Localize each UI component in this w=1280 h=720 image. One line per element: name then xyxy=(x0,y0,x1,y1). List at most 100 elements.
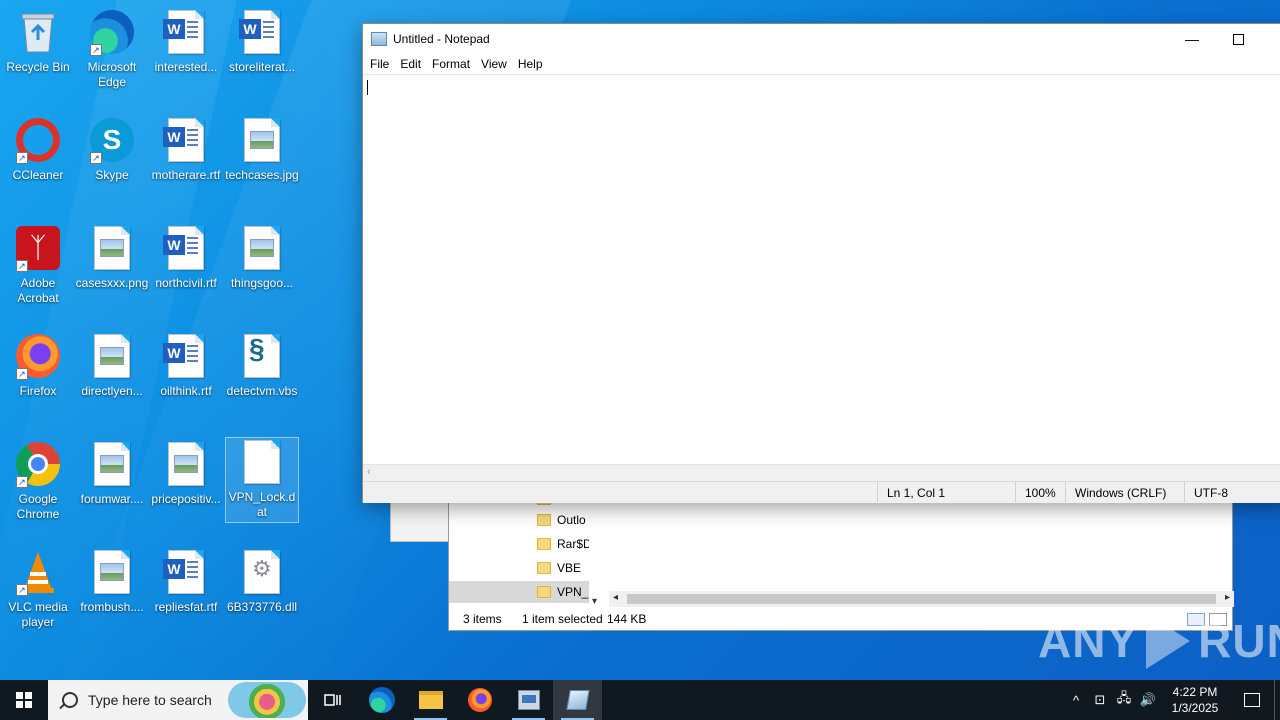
taskbar-file-explorer-button[interactable] xyxy=(406,680,455,720)
status-item-count: 3 items xyxy=(463,612,502,626)
desktop-icon-forumwar[interactable]: forumwar.... xyxy=(74,440,150,507)
desktop-icon-6b373776-dll[interactable]: ⚙ 6B373776.dll xyxy=(224,548,300,615)
maximize-button[interactable] xyxy=(1215,24,1261,54)
word-document-icon: W xyxy=(162,332,210,380)
shortcut-arrow-icon: ↗ xyxy=(90,152,102,164)
desktop-icon-vpn-lock[interactable]: VPN_Lock.dat xyxy=(225,437,299,523)
image-file-icon xyxy=(162,440,210,488)
task-view-button[interactable] xyxy=(308,680,357,720)
icon-label: pricepositiv... xyxy=(151,492,221,506)
tree-item-vpn[interactable]: VPN_ xyxy=(449,581,605,603)
desktop-icon-firefox[interactable]: ↗ Firefox xyxy=(0,332,76,399)
word-document-icon: W xyxy=(162,116,210,164)
desktop-icon-google-chrome[interactable]: ↗ Google Chrome xyxy=(0,440,76,522)
shortcut-arrow-icon: ↗ xyxy=(16,476,28,488)
action-center-button[interactable] xyxy=(1230,680,1274,720)
status-zoom: 100% xyxy=(1015,482,1067,504)
tree-scrollbar[interactable]: ▾ xyxy=(589,503,605,607)
horizontal-scrollbar[interactable]: ‹ xyxy=(363,464,1280,481)
menu-view[interactable]: View xyxy=(478,57,515,71)
taskbar-edge-button[interactable] xyxy=(357,680,406,720)
desktop-icon-detectvm[interactable]: § detectvm.vbs xyxy=(224,332,300,399)
menu-format[interactable]: Format xyxy=(429,57,478,71)
scrollbar-thumb[interactable] xyxy=(627,594,1216,604)
desktop-icon-techcases[interactable]: techcases.jpg xyxy=(224,116,300,183)
desktop-icon-adobe-acrobat[interactable]: ᛉ ↗ Adobe Acrobat xyxy=(0,224,76,306)
folder-icon xyxy=(537,586,551,598)
desktop-icon-storeliterat[interactable]: W storeliterat... xyxy=(224,8,300,75)
image-file-icon xyxy=(238,224,286,272)
desktop-icon-interested[interactable]: W interested... xyxy=(148,8,224,75)
ccleaner-icon: ↗ xyxy=(14,116,62,164)
meet-now-icon[interactable]: ⊡ xyxy=(1088,692,1112,708)
show-desktop-button[interactable] xyxy=(1274,680,1280,720)
volume-icon[interactable]: 🔊 xyxy=(1136,692,1160,708)
shortcut-arrow-icon: ↗ xyxy=(90,44,102,56)
image-file-icon xyxy=(88,332,136,380)
shortcut-arrow-icon: ↗ xyxy=(16,368,28,380)
desktop-icon-frombush[interactable]: frombush.... xyxy=(74,548,150,615)
icon-label: thingsgoo... xyxy=(230,276,294,290)
network-icon[interactable]: 🖧 xyxy=(1112,689,1136,711)
minimize-button[interactable]: — xyxy=(1169,24,1215,54)
taskbar-notepad-button[interactable] xyxy=(553,680,602,720)
chevron-right-icon[interactable]: ▸ xyxy=(1225,592,1230,603)
menu-edit[interactable]: Edit xyxy=(397,57,429,71)
recycle-bin-icon xyxy=(14,8,62,56)
taskbar-firefox-button[interactable] xyxy=(455,680,504,720)
desktop-icon-ccleaner[interactable]: ↗ CCleaner xyxy=(0,116,76,183)
chevron-left-icon[interactable]: ◂ xyxy=(613,592,618,603)
search-icon xyxy=(62,692,78,708)
edge-icon xyxy=(368,687,395,713)
chevron-left-icon[interactable]: ‹ xyxy=(367,466,371,478)
desktop-icon-vlc[interactable]: ↗ VLC media player xyxy=(0,548,76,630)
menu-help[interactable]: Help xyxy=(515,57,551,71)
desktop-icon-thingsgoo[interactable]: thingsgoo... xyxy=(224,224,300,291)
desktop-icon-oilthink[interactable]: W oilthink.rtf xyxy=(148,332,224,399)
desktop-icon-skype[interactable]: S ↗ Skype xyxy=(74,116,150,183)
content-horizontal-scrollbar[interactable]: ◂ ▸ xyxy=(609,591,1234,607)
desktop-icon-microsoft-edge[interactable]: ↗ Microsoft Edge xyxy=(74,8,150,90)
image-file-icon xyxy=(88,440,136,488)
desktop-icon-northcivil[interactable]: W northcivil.rtf xyxy=(148,224,224,291)
close-button[interactable]: ✕ xyxy=(1261,24,1280,54)
text-editor-area[interactable] xyxy=(363,74,1280,464)
desktop-icon-recycle-bin[interactable]: Recycle Bin xyxy=(0,8,76,75)
icon-label: Google Chrome xyxy=(16,492,60,521)
icon-label: Adobe Acrobat xyxy=(17,276,59,305)
tree-item-vbe[interactable]: VBE xyxy=(537,557,581,579)
icon-label: Firefox xyxy=(19,384,57,398)
icon-label: detectvm.vbs xyxy=(226,384,298,398)
desktop-icon-directlyen[interactable]: directlyen... xyxy=(74,332,150,399)
icon-label: 6B373776.dll xyxy=(226,600,298,614)
image-file-icon xyxy=(88,224,136,272)
tree-item-rar[interactable]: Rar$D xyxy=(537,533,592,555)
firefox-icon: ↗ xyxy=(14,332,62,380)
tree-item-outlook[interactable]: Outlo xyxy=(537,509,586,531)
dll-file-icon: ⚙ xyxy=(238,548,286,596)
system-tray: ^ ⊡ 🖧 🔊 4:22 PM 1/3/2025 xyxy=(1064,680,1280,720)
shortcut-arrow-icon: ↗ xyxy=(16,152,28,164)
windows-logo-icon xyxy=(16,692,32,708)
desktop-icon-motherare[interactable]: W motherare.rtf xyxy=(148,116,224,183)
desktop-icon-repliesfat[interactable]: W repliesfat.rtf xyxy=(148,548,224,615)
search-highlight-image xyxy=(228,682,306,718)
vlc-icon: ↗ xyxy=(14,548,62,596)
chevron-down-icon[interactable]: ▾ xyxy=(592,596,597,607)
taskbar-search-box[interactable]: Type here to search xyxy=(48,680,308,720)
taskbar-clock[interactable]: 4:22 PM 1/3/2025 xyxy=(1160,684,1230,716)
word-document-icon: W xyxy=(162,8,210,56)
desktop-icon-pricepositiv[interactable]: pricepositiv... xyxy=(148,440,224,507)
navigation-tree: Outlo Rar$D VBE VPN_ ▾ xyxy=(449,499,605,607)
notepad-title-bar[interactable]: Untitled - Notepad xyxy=(363,24,1280,54)
notepad-icon xyxy=(565,690,590,710)
menu-file[interactable]: File xyxy=(367,57,397,71)
desktop-icon-casesxxx[interactable]: casesxxx.png xyxy=(74,224,150,291)
firefox-icon xyxy=(467,688,492,712)
shortcut-arrow-icon: ↗ xyxy=(16,260,28,272)
start-button[interactable] xyxy=(0,680,48,720)
icon-label: Microsoft Edge xyxy=(87,60,137,89)
show-hidden-icons-chevron-icon[interactable]: ^ xyxy=(1064,693,1088,708)
adobe-acrobat-icon: ᛉ ↗ xyxy=(14,224,62,272)
taskbar-app-button[interactable] xyxy=(504,680,553,720)
